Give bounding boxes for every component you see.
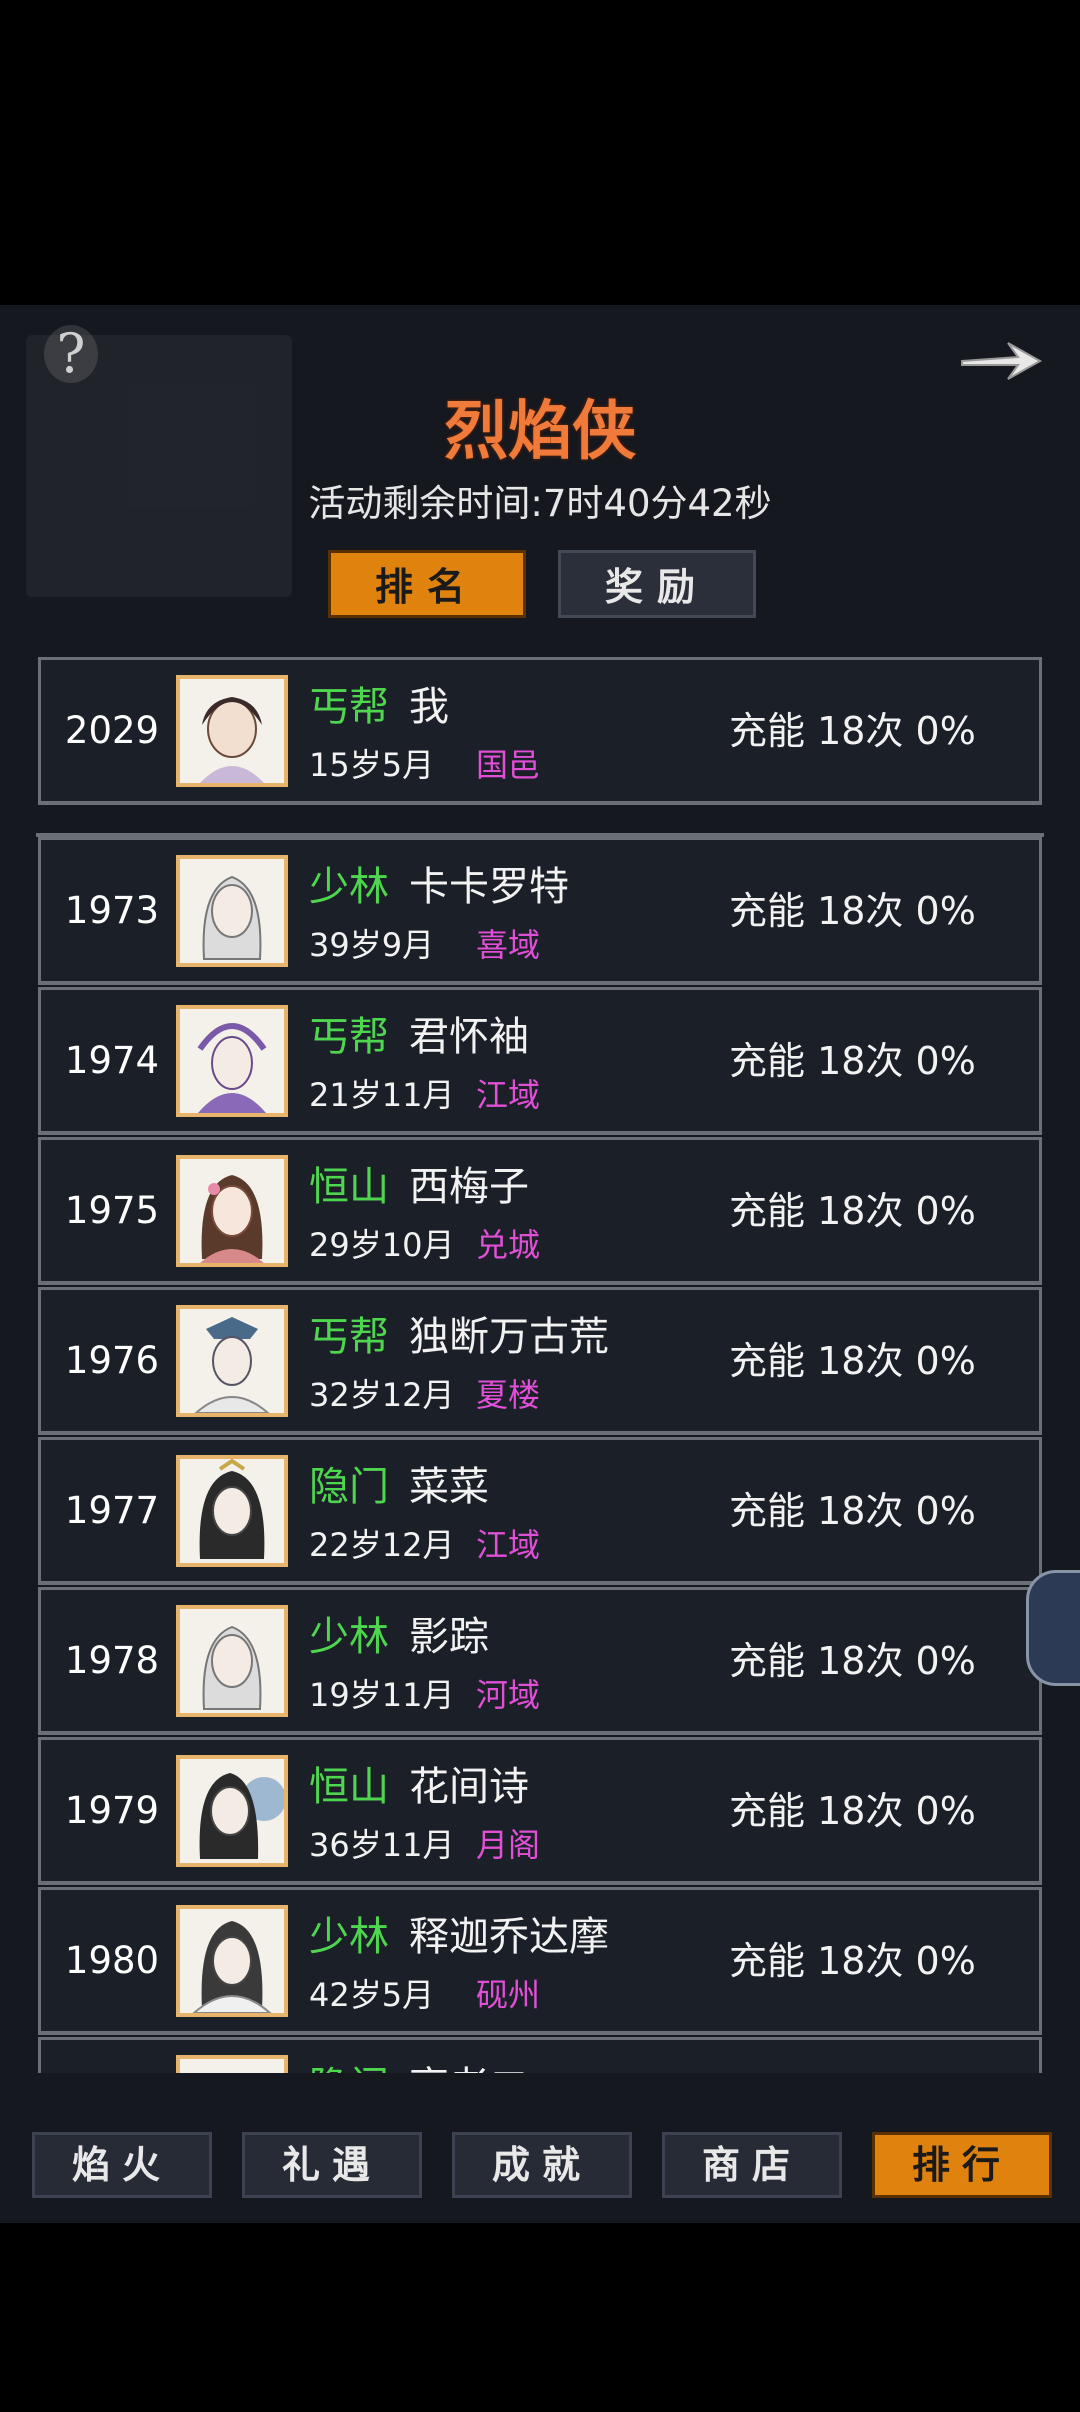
- player-region: 国邑: [476, 746, 541, 784]
- player-region: 兑城: [476, 1226, 541, 1264]
- player-age: 42岁5月: [309, 1976, 435, 2014]
- avatar: [176, 855, 288, 967]
- player-name: 君怀袖: [409, 1014, 529, 1060]
- rank-number: 2029: [64, 709, 160, 752]
- list-item[interactable]: 1979 恒山 花间诗 36岁11月 月阁 充能 18次 0%: [38, 1737, 1042, 1885]
- rank-number: 1979: [64, 1789, 160, 1832]
- list-item[interactable]: 1975 恒山 西梅子 29岁10月 兑城 充能 18次 0%: [38, 1137, 1042, 1285]
- page-title: 烈焰侠: [444, 394, 636, 469]
- list-item[interactable]: 1978 少林 影踪 19岁11月 河域 充能 18次 0%: [38, 1587, 1042, 1735]
- player-name: 卡卡罗特: [409, 864, 569, 910]
- player-age: 29岁10月: [309, 1226, 455, 1264]
- rank-number: [41, 2040, 183, 2073]
- charge-progress: 充能 18次 0%: [729, 1789, 976, 1833]
- event-panel: ? 烈焰侠 活动剩余时间:7时40分42秒 排名 奖励 2029 丐帮 我 15…: [0, 305, 1080, 2223]
- player-region: 江域: [476, 1526, 541, 1564]
- list-item[interactable]: 1980 少林 释迦乔达摩 42岁5月 砚州 充能 18次 0%: [38, 1887, 1042, 2035]
- sect-label: 少林: [309, 1914, 389, 1960]
- side-drawer-handle[interactable]: [1026, 1570, 1080, 1686]
- tab-reward[interactable]: 奖励: [558, 550, 756, 618]
- rank-number: 1975: [64, 1189, 160, 1232]
- list-item[interactable]: 1973 少林 卡卡罗特 39岁9月 喜域 充能 18次 0%: [38, 837, 1042, 985]
- charge-progress: 充能 18次 0%: [729, 1639, 976, 1683]
- player-region: 砚州: [476, 1976, 541, 2014]
- player-region: 喜域: [476, 926, 541, 964]
- avatar: [176, 1605, 288, 1717]
- player-region: 河域: [476, 1676, 541, 1714]
- player-age: 36岁11月: [309, 1826, 455, 1864]
- player-region: 夏楼: [476, 1376, 541, 1414]
- rank-number: 1978: [64, 1639, 160, 1682]
- player-name: 亮老二: [409, 2054, 529, 2073]
- charge-progress: 充能 18次 0%: [729, 1339, 976, 1383]
- player-name: 我: [409, 684, 449, 730]
- sect-label: 丐帮: [309, 1014, 389, 1060]
- ranking-list[interactable]: 1973 少林 卡卡罗特 39岁9月 喜域 充能 18次 0% 1974 丐帮 …: [36, 833, 1044, 2073]
- rank-number: 1974: [64, 1039, 160, 1082]
- rank-number: 1977: [64, 1489, 160, 1532]
- player-name: 释迦乔达摩: [409, 1914, 609, 1960]
- player-region: 月阁: [476, 1826, 541, 1864]
- player-name: 影踪: [409, 1614, 489, 1660]
- player-age: 39岁9月: [309, 926, 435, 964]
- player-age: 32岁12月: [309, 1376, 455, 1414]
- list-item[interactable]: 1977 隐门 菜菜 22岁12月 江域 充能 18次 0%: [38, 1437, 1042, 1585]
- charge-progress: 充能 18次 0%: [729, 1939, 976, 1983]
- sect-label: 少林: [309, 864, 389, 910]
- avatar: [176, 1305, 288, 1417]
- sect-label: 恒山: [309, 1764, 389, 1810]
- rank-number: 1980: [64, 1939, 160, 1982]
- player-name: 菜菜: [409, 1464, 489, 1510]
- sect-label: 丐帮: [309, 684, 389, 730]
- player-age: 22岁12月: [309, 1526, 455, 1564]
- avatar: [176, 1155, 288, 1267]
- player-age: 15岁5月: [309, 746, 435, 784]
- my-rank-row[interactable]: 2029 丐帮 我 15岁5月 国邑 充能 18次 0%: [38, 657, 1042, 805]
- sect-label: 恒山: [309, 1164, 389, 1210]
- nav-achievements[interactable]: 成就: [452, 2132, 632, 2198]
- rank-number: 1973: [64, 889, 160, 932]
- tab-ranking[interactable]: 排名: [328, 550, 526, 618]
- sect-label: 隐门: [309, 2054, 389, 2073]
- list-item[interactable]: 1976 丐帮 独断万古荒 32岁12月 夏楼 充能 18次 0%: [38, 1287, 1042, 1435]
- list-item[interactable]: 隐门 亮老二: [38, 2037, 1042, 2073]
- sect-label: 隐门: [309, 1464, 389, 1510]
- sect-label: 丐帮: [309, 1314, 389, 1360]
- avatar: [176, 1455, 288, 1567]
- player-name: 花间诗: [409, 1764, 529, 1810]
- nav-gifts[interactable]: 礼遇: [242, 2132, 422, 2198]
- rank-number: 1976: [64, 1339, 160, 1382]
- charge-progress: 充能 18次 0%: [729, 1489, 976, 1533]
- avatar: [176, 675, 288, 787]
- charge-progress: 充能 18次 0%: [729, 889, 976, 933]
- player-name: 西梅子: [409, 1164, 529, 1210]
- charge-progress: 充能 18次 0%: [729, 709, 976, 753]
- list-item[interactable]: 1974 丐帮 君怀袖 21岁11月 江域 充能 18次 0%: [38, 987, 1042, 1135]
- avatar: [176, 2055, 288, 2073]
- charge-progress: 充能 18次 0%: [729, 1039, 976, 1083]
- charge-progress: 充能 18次 0%: [729, 1189, 976, 1233]
- avatar: [176, 1005, 288, 1117]
- player-name: 独断万古荒: [409, 1314, 609, 1360]
- player-age: 21岁11月: [309, 1076, 455, 1114]
- event-timer: 活动剩余时间:7时40分42秒: [308, 482, 772, 525]
- player-age: 19岁11月: [309, 1676, 455, 1714]
- help-icon[interactable]: ?: [44, 325, 98, 383]
- avatar: [176, 1905, 288, 2017]
- nav-fireworks[interactable]: 焰火: [32, 2132, 212, 2198]
- avatar: [176, 1755, 288, 1867]
- nav-shop[interactable]: 商店: [662, 2132, 842, 2198]
- player-region: 江域: [476, 1076, 541, 1114]
- sect-label: 少林: [309, 1614, 389, 1660]
- nav-ranking[interactable]: 排行: [872, 2132, 1052, 2198]
